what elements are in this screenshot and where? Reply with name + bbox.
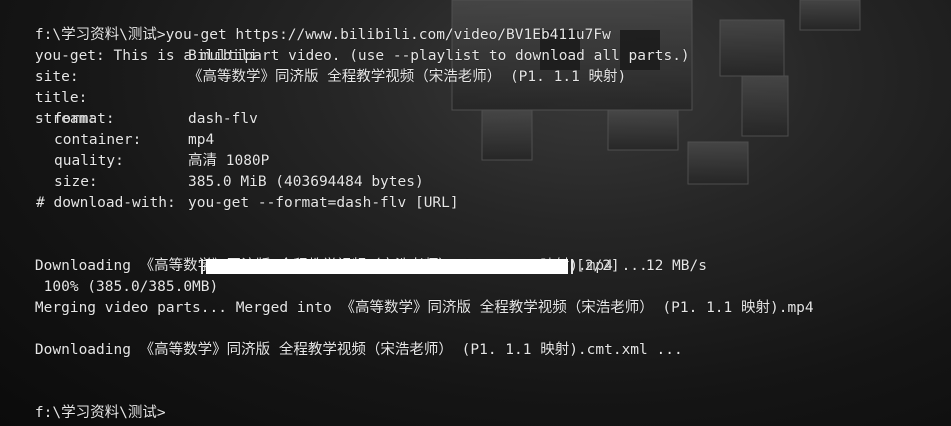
stream-row: stream: — [0, 88, 96, 127]
progress-bar-fill — [206, 259, 568, 274]
quality-key: quality: — [54, 153, 124, 169]
merging-text: Merging video parts... Merged into 《高等数学… — [34, 300, 814, 316]
progress-speed: 12 MB/s — [645, 258, 707, 274]
site-value: Bilibili — [188, 48, 258, 64]
quality-value: 高清 1080P — [188, 153, 270, 169]
title-row: title: 《高等数学》同济版 全程教学视频（宋浩老师） (P1. 1.1 映… — [0, 67, 951, 106]
site-row: site: Bilibili — [0, 46, 951, 85]
downloading-video-line: Downloading 《高等数学》同济版 全程教学视频（宋浩老师） (P1. … — [0, 235, 648, 274]
container-row: container: mp4 — [0, 130, 951, 151]
format-row: - format: dash-flv — [0, 109, 951, 130]
quality-row: quality: 高清 1080P — [0, 151, 951, 172]
download-with-row: # download-with: you-get --format=dash-f… — [0, 193, 951, 214]
download-with-value: you-get --format=dash-flv [URL] — [188, 195, 459, 211]
progress-row: 100% (385.0/385.0MB) [2/2] 12 MB/s — [0, 256, 951, 295]
progress-tail: [2/2] 12 MB/s — [576, 256, 707, 277]
terminal-window[interactable]: f:\学习资料\测试>you-get https://www.bilibili.… — [0, 0, 951, 426]
download-with-key: # download-with: — [36, 195, 176, 211]
format-value: dash-flv — [188, 111, 258, 127]
progress-bar — [201, 259, 573, 274]
container-key: container: — [54, 132, 142, 148]
format-key: - format: — [36, 111, 115, 127]
progress-parts: [2/2] — [576, 258, 620, 274]
final-prompt: f:\学习资料\测试> — [34, 405, 166, 421]
multipart-notice: you-get: This is a multipart video. (use… — [0, 25, 690, 64]
merging-line: Merging video parts... Merged into 《高等数学… — [0, 277, 814, 316]
size-key: size: — [54, 174, 98, 190]
final-prompt-line[interactable]: f:\学习资料\测试> — [0, 382, 166, 421]
command-line: f:\学习资料\测试>you-get https://www.bilibili.… — [0, 4, 611, 43]
downloading-cmt-text: Downloading 《高等数学》同济版 全程教学视频（宋浩老师） (P1. … — [34, 342, 683, 358]
title-value: 《高等数学》同济版 全程教学视频（宋浩老师） (P1. 1.1 映射) — [188, 69, 627, 85]
size-row: size: 385.0 MiB (403694484 bytes) — [0, 172, 951, 193]
downloading-cmt-line: Downloading 《高等数学》同济版 全程教学视频（宋浩老师） (P1. … — [0, 319, 683, 358]
container-value: mp4 — [188, 132, 215, 148]
size-value: 385.0 MiB (403694484 bytes) — [188, 174, 424, 190]
